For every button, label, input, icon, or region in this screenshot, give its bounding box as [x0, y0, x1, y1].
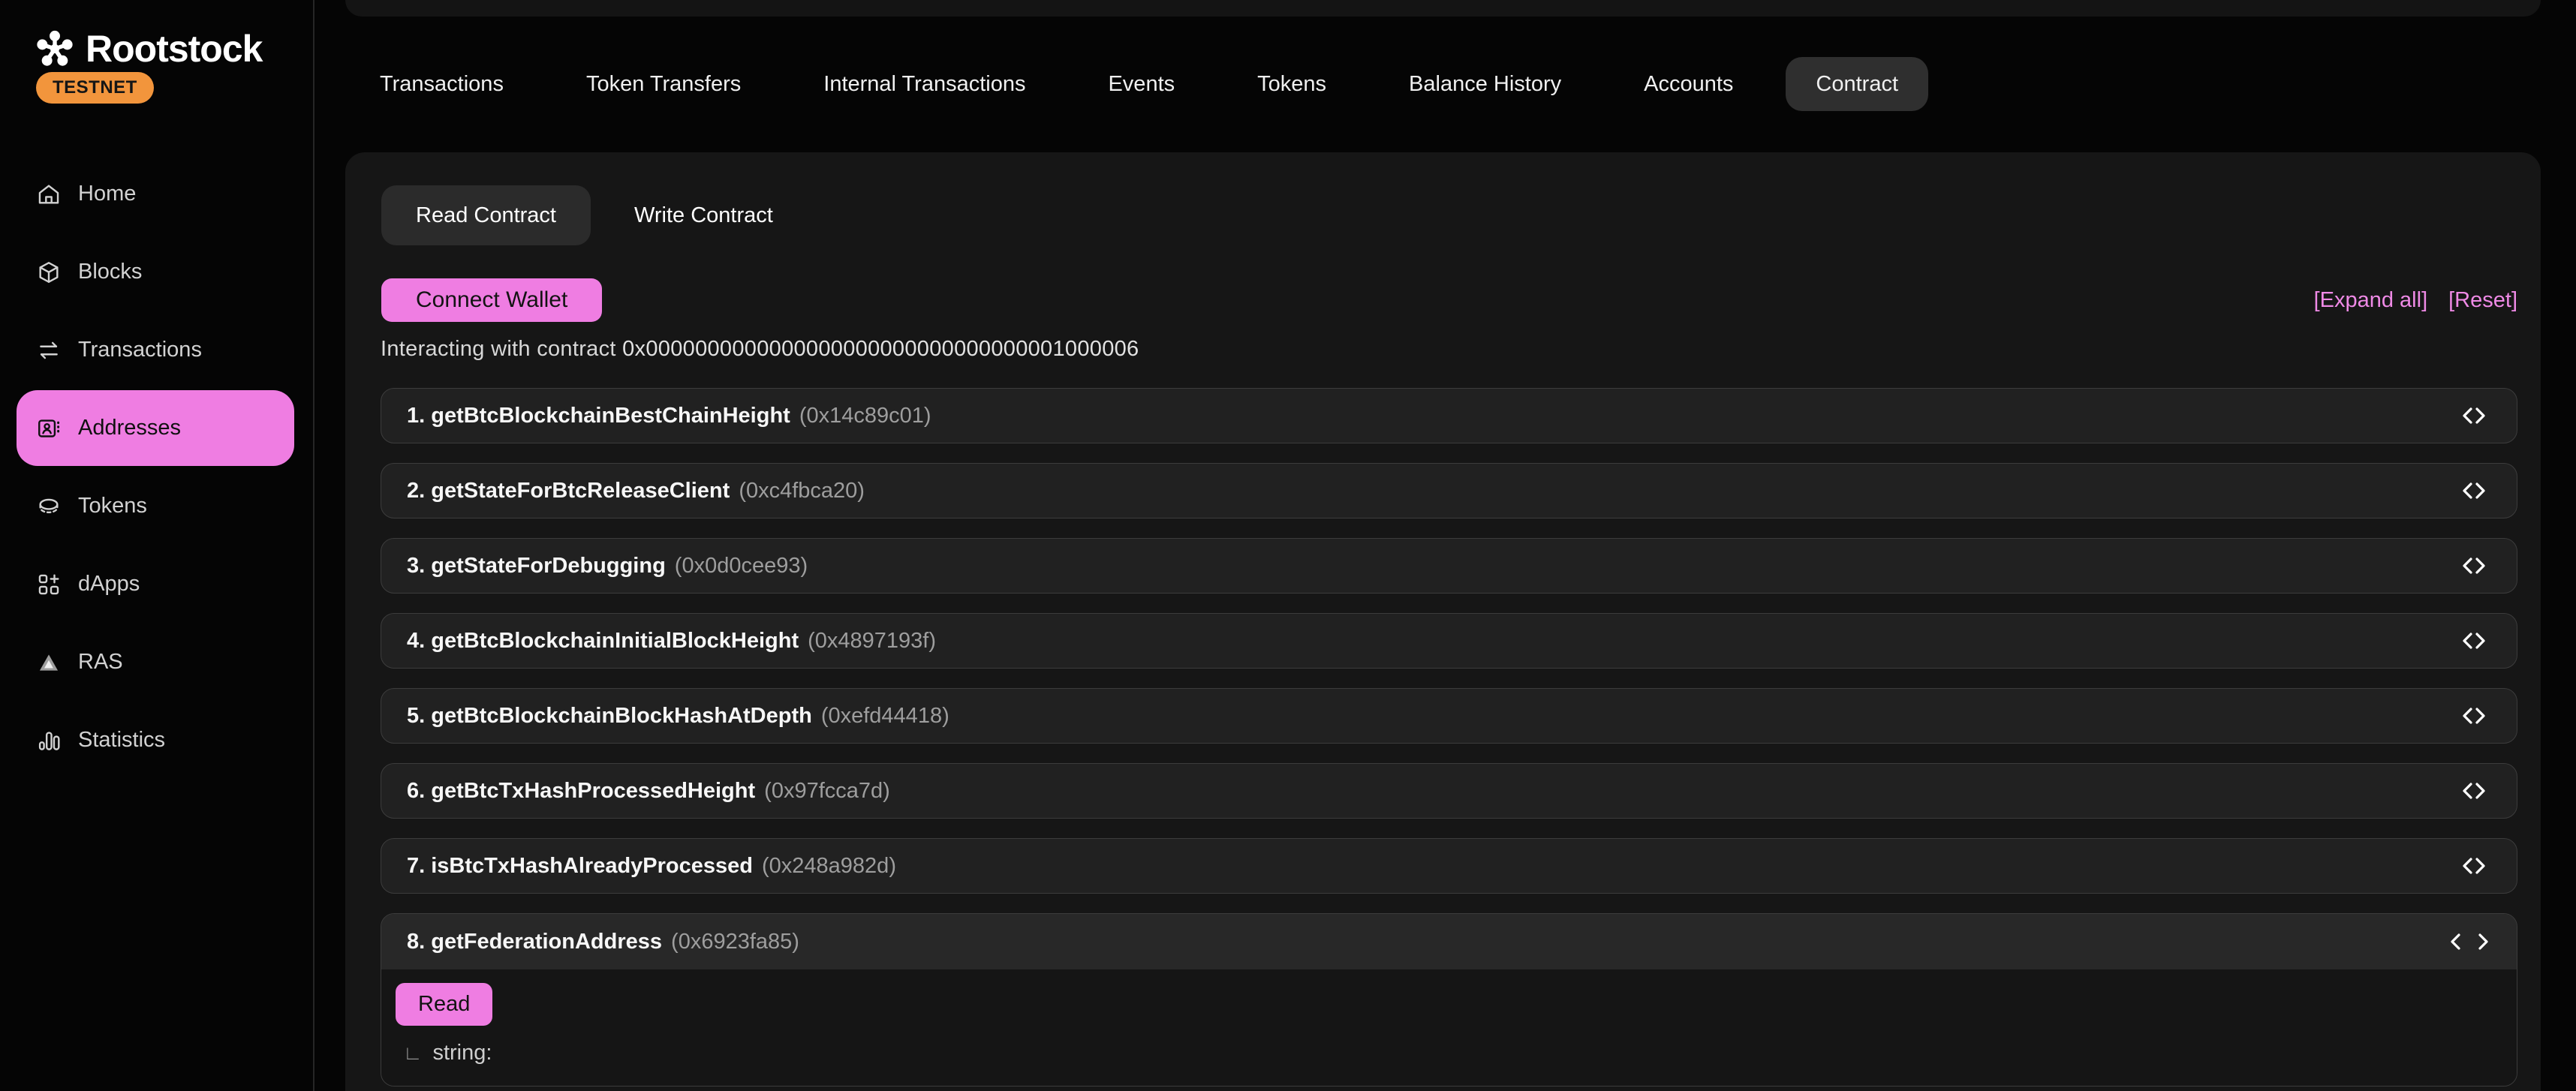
- tab-events[interactable]: Events: [1108, 72, 1175, 97]
- function-expanded-body: Read ∟ string:: [381, 969, 2517, 1086]
- main-area: Transactions Token Transfers Internal Tran…: [316, 0, 2576, 1091]
- tab-transactions[interactable]: Transactions: [380, 72, 504, 97]
- sidebar-item-label: RAS: [78, 650, 123, 675]
- rootstock-logo[interactable]: Rootstock: [35, 27, 262, 71]
- sidebar-nav: Home Blocks Transactions Addresses Tokens dAp…: [0, 156, 313, 780]
- address-tabs: Transactions Token Transfers Internal Tran…: [380, 57, 1928, 111]
- function-selector: (0x14c89c01): [799, 404, 931, 428]
- tab-contract[interactable]: Contract: [1786, 57, 1928, 111]
- code-brackets-icon: [2457, 855, 2491, 877]
- sidebar-item-label: Tokens: [78, 494, 147, 518]
- code-brackets-icon: [2457, 479, 2491, 502]
- contract-subtabs: Read Contract Write Contract: [381, 185, 773, 245]
- function-row[interactable]: 7. isBtcTxHashAlreadyProcessed (0x248a982…: [381, 838, 2517, 894]
- statistics-icon: [36, 728, 62, 753]
- sidebar-item-dapps[interactable]: dApps: [17, 546, 294, 622]
- interacting-prefix: Interacting with contract: [381, 337, 622, 361]
- output-type-label: string:: [432, 1041, 492, 1065]
- code-brackets-icon: [2457, 705, 2491, 727]
- function-selector: (0x0d0cee93): [675, 554, 808, 579]
- code-brackets-icon: [2457, 780, 2491, 802]
- function-selector: (0x248a982d): [762, 854, 896, 879]
- transactions-icon: [36, 338, 62, 363]
- output-line: ∟ string:: [403, 1041, 2491, 1065]
- corner-glyph-icon: ∟: [403, 1041, 422, 1065]
- rootstock-logo-icon: [35, 29, 75, 69]
- code-brackets-icon: [2457, 555, 2491, 577]
- function-row-header[interactable]: 8. getFederationAddress (0x6923fa85): [381, 914, 2517, 969]
- dapps-icon: [36, 572, 62, 597]
- tab-internal-transactions[interactable]: Internal Transactions: [823, 72, 1025, 97]
- function-row[interactable]: 4. getBtcBlockchainInitialBlockHeight (0x…: [381, 613, 2517, 669]
- page: { "brand": { "name": "Rootstock", "badge…: [0, 0, 2576, 1091]
- sidebar-item-label: Home: [78, 182, 136, 206]
- function-row[interactable]: 1. getBtcBlockchainBestChainHeight (0x14c…: [381, 388, 2517, 443]
- function-name: 7. isBtcTxHashAlreadyProcessed: [407, 854, 753, 879]
- function-selector: (0x6923fa85): [671, 930, 799, 954]
- sidebar-item-statistics[interactable]: Statistics: [17, 702, 294, 778]
- contract-address: 0x00000000000000000000000000000000010000…: [622, 337, 1139, 361]
- panel-links: [Expand all] [Reset]: [2314, 288, 2517, 313]
- code-brackets-icon: [2448, 930, 2491, 953]
- ras-icon: [36, 650, 62, 675]
- sidebar-item-ras[interactable]: RAS: [17, 624, 294, 700]
- sidebar-item-label: Blocks: [78, 260, 142, 284]
- function-row[interactable]: 2. getStateForBtcReleaseClient (0xc4fbca2…: [381, 463, 2517, 518]
- function-selector: (0xefd44418): [821, 704, 949, 729]
- expand-all-link[interactable]: [Expand all]: [2314, 288, 2428, 313]
- tab-balance-history[interactable]: Balance History: [1409, 72, 1561, 97]
- interacting-with-contract-text: Interacting with contract 0x000000000000…: [381, 337, 1139, 362]
- function-list: 1. getBtcBlockchainBestChainHeight (0x14c…: [381, 388, 2517, 1086]
- sidebar-item-label: Transactions: [78, 338, 202, 362]
- previous-card-edge: [345, 0, 2541, 17]
- function-name: 6. getBtcTxHashProcessedHeight: [407, 779, 755, 804]
- tab-write-contract[interactable]: Write Contract: [634, 185, 773, 245]
- function-row: 8. getFederationAddress (0x6923fa85) Read ∟…: [381, 913, 2517, 1086]
- code-brackets-icon: [2457, 630, 2491, 652]
- function-name: 1. getBtcBlockchainBestChainHeight: [407, 404, 790, 428]
- sidebar-item-addresses[interactable]: Addresses: [17, 390, 294, 466]
- sidebar-item-label: Statistics: [78, 728, 165, 753]
- sidebar-item-home[interactable]: Home: [17, 156, 294, 232]
- tab-token-transfers[interactable]: Token Transfers: [586, 72, 741, 97]
- code-brackets-icon: [2457, 404, 2491, 427]
- sidebar-item-tokens[interactable]: Tokens: [17, 468, 294, 544]
- function-row[interactable]: 5. getBtcBlockchainBlockHashAtDepth (0xef…: [381, 688, 2517, 744]
- home-icon: [36, 182, 62, 207]
- tokens-icon: [36, 494, 62, 519]
- addresses-icon: [36, 416, 62, 441]
- testnet-badge: TESTNET: [36, 72, 154, 104]
- function-row[interactable]: 3. getStateForDebugging (0x0d0cee93): [381, 538, 2517, 594]
- tab-read-contract[interactable]: Read Contract: [381, 185, 591, 245]
- function-name: 8. getFederationAddress: [407, 930, 662, 954]
- function-name: 2. getStateForBtcReleaseClient: [407, 479, 730, 503]
- read-button[interactable]: Read: [396, 983, 492, 1026]
- sidebar-item-transactions[interactable]: Transactions: [17, 312, 294, 388]
- connect-wallet-button[interactable]: Connect Wallet: [381, 278, 602, 322]
- tab-tokens[interactable]: Tokens: [1257, 72, 1326, 97]
- sidebar-item-label: dApps: [78, 572, 140, 597]
- function-name: 5. getBtcBlockchainBlockHashAtDepth: [407, 704, 812, 729]
- function-name: 4. getBtcBlockchainInitialBlockHeight: [407, 629, 799, 654]
- function-selector: (0x4897193f): [808, 629, 936, 654]
- brand-name: Rootstock: [86, 27, 262, 71]
- tab-accounts[interactable]: Accounts: [1644, 72, 1733, 97]
- function-name: 3. getStateForDebugging: [407, 554, 666, 579]
- function-selector: (0xc4fbca20): [739, 479, 865, 503]
- reset-link[interactable]: [Reset]: [2448, 288, 2517, 313]
- sidebar: Rootstock TESTNET Home Blocks Transactions…: [0, 0, 314, 1091]
- contract-card: Read Contract Write Contract Connect Wal…: [345, 152, 2541, 1091]
- sidebar-item-blocks[interactable]: Blocks: [17, 234, 294, 310]
- function-row[interactable]: 6. getBtcTxHashProcessedHeight (0x97fcca7…: [381, 763, 2517, 819]
- sidebar-item-label: Addresses: [78, 416, 181, 440]
- blocks-icon: [36, 260, 62, 285]
- function-selector: (0x97fcca7d): [764, 779, 890, 804]
